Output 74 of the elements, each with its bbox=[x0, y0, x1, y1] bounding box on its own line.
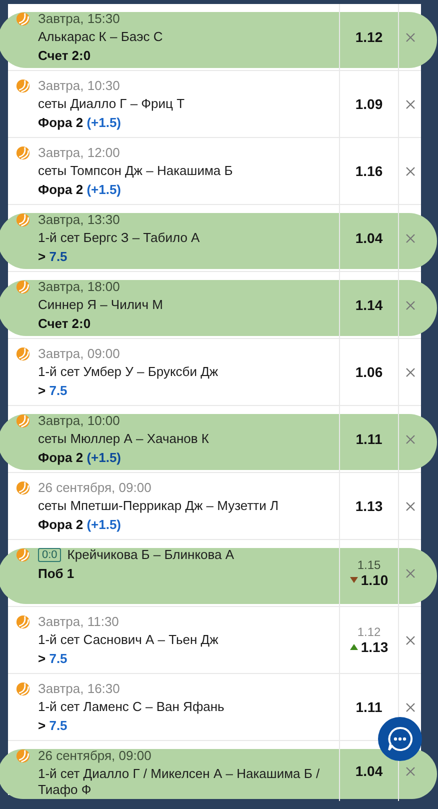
event-time: Завтра, 09:00 bbox=[38, 346, 120, 361]
close-icon bbox=[406, 702, 414, 712]
close-icon bbox=[406, 568, 414, 578]
chat-bubble-icon bbox=[387, 726, 413, 752]
tennis-ball-icon bbox=[16, 748, 30, 762]
odds-value: 1.06 bbox=[355, 364, 383, 380]
event-time: Завтра, 12:00 bbox=[38, 145, 120, 160]
previous-odds: 1.15 bbox=[357, 558, 381, 572]
match-name: сеты Томпсон Дж – Накашима Б bbox=[37, 163, 234, 179]
bet-type: Фора 2 (+1.5) bbox=[37, 182, 122, 197]
match-name: Алькарас К – Баэс С bbox=[37, 29, 164, 45]
close-icon bbox=[406, 32, 414, 42]
tennis-ball-icon bbox=[16, 614, 30, 628]
tennis-ball-icon bbox=[16, 682, 30, 696]
match-name: сеты Мюллер А – Хачанов К bbox=[37, 431, 210, 447]
tennis-ball-icon bbox=[16, 12, 30, 26]
tennis-ball-icon bbox=[16, 212, 30, 226]
close-icon bbox=[406, 300, 414, 310]
tennis-ball-icon bbox=[16, 480, 30, 494]
bet-type: Счет 2:0 bbox=[37, 48, 92, 63]
event-time: Завтра, 16:30 bbox=[38, 681, 120, 696]
match-name: 1-й сет Саснович А – Тьен Дж bbox=[37, 632, 220, 648]
event-time: 26 сентября, 09:00 bbox=[38, 748, 152, 763]
bet-type: Счет 2:0 bbox=[37, 316, 92, 331]
match-name: 1-й сет Диалло Г / Микелсен А – Накашима Б / Тиафо Ф bbox=[37, 766, 321, 798]
tennis-ball-icon bbox=[16, 280, 30, 294]
tennis-ball-icon bbox=[16, 548, 30, 562]
previous-odds: 1.12 bbox=[357, 625, 381, 639]
live-score: 0:0 bbox=[38, 548, 62, 562]
odds-value: 1.04 bbox=[355, 230, 383, 246]
event-time: 26 сентября, 09:00 bbox=[38, 480, 152, 495]
close-icon bbox=[406, 368, 414, 376]
event-time: Завтра, 18:00 bbox=[38, 279, 120, 294]
bet-type: > 7.5 bbox=[37, 383, 68, 398]
close-icon bbox=[406, 100, 414, 108]
bet-type: > 7.5 bbox=[37, 651, 68, 666]
match-name: сеты Диалло Г – Фриц Т bbox=[37, 96, 186, 112]
odds-value: 1.11 bbox=[356, 431, 382, 447]
tennis-ball-icon bbox=[16, 414, 30, 428]
bet-type: > 7.5 bbox=[37, 249, 68, 264]
event-time: Завтра, 10:30 bbox=[38, 78, 120, 93]
tennis-ball-icon bbox=[16, 78, 30, 92]
tennis-ball-icon bbox=[16, 346, 30, 360]
tennis-ball-icon bbox=[16, 146, 30, 160]
odds-value: 1.12 bbox=[355, 29, 383, 45]
odds-value: 1.13 bbox=[355, 498, 383, 514]
close-icon bbox=[406, 766, 414, 776]
match-name: Крейчикова Б – Блинкова А bbox=[67, 547, 234, 563]
event-time: Завтра, 13:30 bbox=[38, 212, 120, 227]
match-name: 1-й сет Бергс З – Табило А bbox=[37, 230, 201, 246]
bet-type: Фора 2 (+1.5) bbox=[37, 115, 122, 130]
odds-value: 1.10 bbox=[360, 572, 388, 588]
event-time: Завтра, 10:00 bbox=[38, 413, 120, 428]
bet-type: Фора 2 (+1.5) bbox=[37, 450, 122, 465]
odds-value: 1.09 bbox=[355, 96, 383, 112]
close-icon bbox=[406, 434, 414, 444]
odds-value: 1.16 bbox=[355, 163, 383, 179]
close-icon bbox=[406, 234, 414, 242]
close-icon bbox=[406, 166, 414, 176]
odds-value: 1.04 bbox=[355, 763, 383, 779]
odds-value: 1.11 bbox=[356, 699, 382, 715]
close-icon bbox=[406, 502, 414, 510]
event-time: Завтра, 11:30 bbox=[38, 614, 119, 629]
bet-type: > 7.5 bbox=[37, 718, 68, 733]
event-time: Завтра, 15:30 bbox=[38, 11, 120, 26]
odds-value: 1.14 bbox=[355, 297, 383, 313]
odds-value: 1.13 bbox=[360, 639, 388, 655]
match-name: 1-й сет Умбер У – Бруксби Дж bbox=[37, 364, 220, 380]
match-name: 1-й сет Ламенс С – Ван Яфань bbox=[37, 699, 226, 715]
bet-type: Поб 1 bbox=[37, 566, 76, 581]
bet-type: Фора 2 (+1.5) bbox=[37, 517, 122, 532]
match-name: сеты Мпетши-Перрикар Дж – Музетти Л bbox=[37, 498, 280, 514]
close-icon bbox=[406, 636, 414, 644]
match-name: Синнер Я – Чилич М bbox=[37, 297, 164, 313]
